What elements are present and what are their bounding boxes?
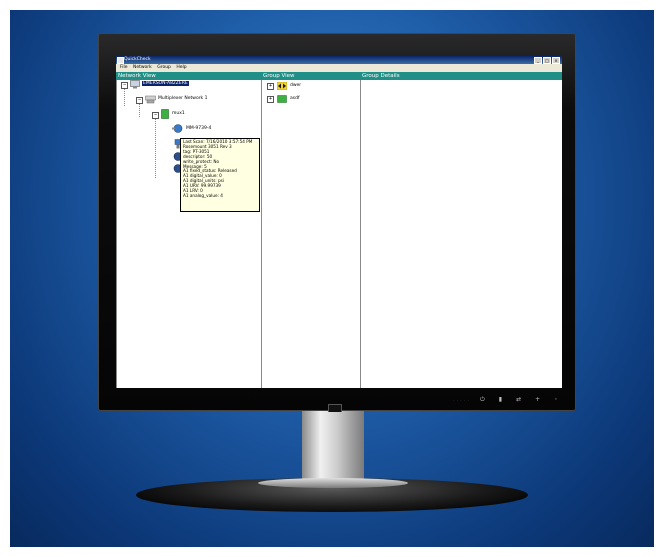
tree-node-network[interactable]: Multiplexer Network 1 bbox=[158, 96, 207, 101]
bezel-indicator-dots: ····· bbox=[453, 398, 471, 404]
group-arrows-icon bbox=[277, 82, 287, 90]
mux-icon bbox=[161, 109, 169, 119]
network-view-pane: Network View − EMERSON-A82ZERE − Multipl… bbox=[116, 72, 262, 388]
minimize-button[interactable]: _ bbox=[534, 57, 542, 64]
group-item-dwer[interactable]: dwer bbox=[290, 83, 301, 88]
menu-file[interactable]: File bbox=[120, 64, 128, 72]
transmitter-icon bbox=[172, 124, 183, 133]
tooltip-line: A1 analog_value: 4 bbox=[183, 192, 223, 198]
menu-network[interactable]: Network bbox=[133, 64, 152, 72]
computer-icon bbox=[130, 80, 140, 89]
menu-button-icon[interactable]: ▮ bbox=[499, 396, 502, 404]
tree-node-device1[interactable]: MM-9739-4 bbox=[186, 126, 211, 131]
minus-icon[interactable]: ◦ bbox=[554, 396, 558, 404]
power-icon[interactable]: ⏻ bbox=[480, 396, 485, 404]
window-controls: _ □ × bbox=[534, 57, 560, 64]
menu-help[interactable]: Help bbox=[176, 64, 186, 72]
folder-icon bbox=[277, 95, 287, 103]
close-button[interactable]: × bbox=[552, 57, 560, 64]
window-titlebar: QuickCheck _ □ × bbox=[116, 56, 562, 64]
collapse-toggle-root[interactable]: − bbox=[121, 82, 128, 89]
group-details-pane: Group Details bbox=[360, 72, 562, 388]
group-view-header: Group View bbox=[261, 72, 360, 80]
monitor-control-buttons: ⏻ ▮ ⇄ + ◦ bbox=[480, 396, 558, 404]
network-view-header: Network View bbox=[116, 72, 261, 80]
group-item-asdf[interactable]: asdf bbox=[290, 96, 300, 101]
monitor-stand-neck bbox=[302, 411, 364, 483]
menu-bar: File Network Group Help bbox=[116, 64, 562, 72]
group-tree: + dwer + asdf bbox=[261, 80, 360, 388]
expand-toggle-group2[interactable]: + bbox=[267, 96, 274, 103]
group-view-pane: Group View + dwer + asdf bbox=[261, 72, 361, 388]
group-details-header: Group Details bbox=[360, 72, 562, 80]
collapse-toggle-mux[interactable]: − bbox=[152, 112, 159, 119]
monitor-logo-notch bbox=[328, 404, 342, 412]
collapse-toggle-network[interactable]: − bbox=[136, 97, 143, 104]
plus-icon[interactable]: + bbox=[535, 396, 540, 404]
tree-node-mux[interactable]: mux1 bbox=[172, 111, 185, 116]
menu-group[interactable]: Group bbox=[157, 64, 171, 72]
app-icon bbox=[117, 57, 124, 64]
app-window: QuickCheck _ □ × File Network Group Help… bbox=[116, 56, 562, 388]
monitor-base-top bbox=[258, 478, 408, 488]
expand-toggle-group1[interactable]: + bbox=[267, 83, 274, 90]
device-tooltip: Last Scan: 7/16/2010 3:57:54 PM Rosemoun… bbox=[180, 138, 260, 212]
network-icon bbox=[145, 95, 156, 104]
group-details-body bbox=[360, 80, 562, 388]
maximize-button[interactable]: □ bbox=[543, 57, 551, 64]
window-title: QuickCheck bbox=[124, 57, 151, 62]
network-tree: − EMERSON-A82ZERE − Multiplexer Network … bbox=[116, 80, 261, 388]
input-icon[interactable]: ⇄ bbox=[516, 396, 521, 404]
tree-node-root[interactable]: EMERSON-A82ZERE bbox=[142, 81, 189, 86]
